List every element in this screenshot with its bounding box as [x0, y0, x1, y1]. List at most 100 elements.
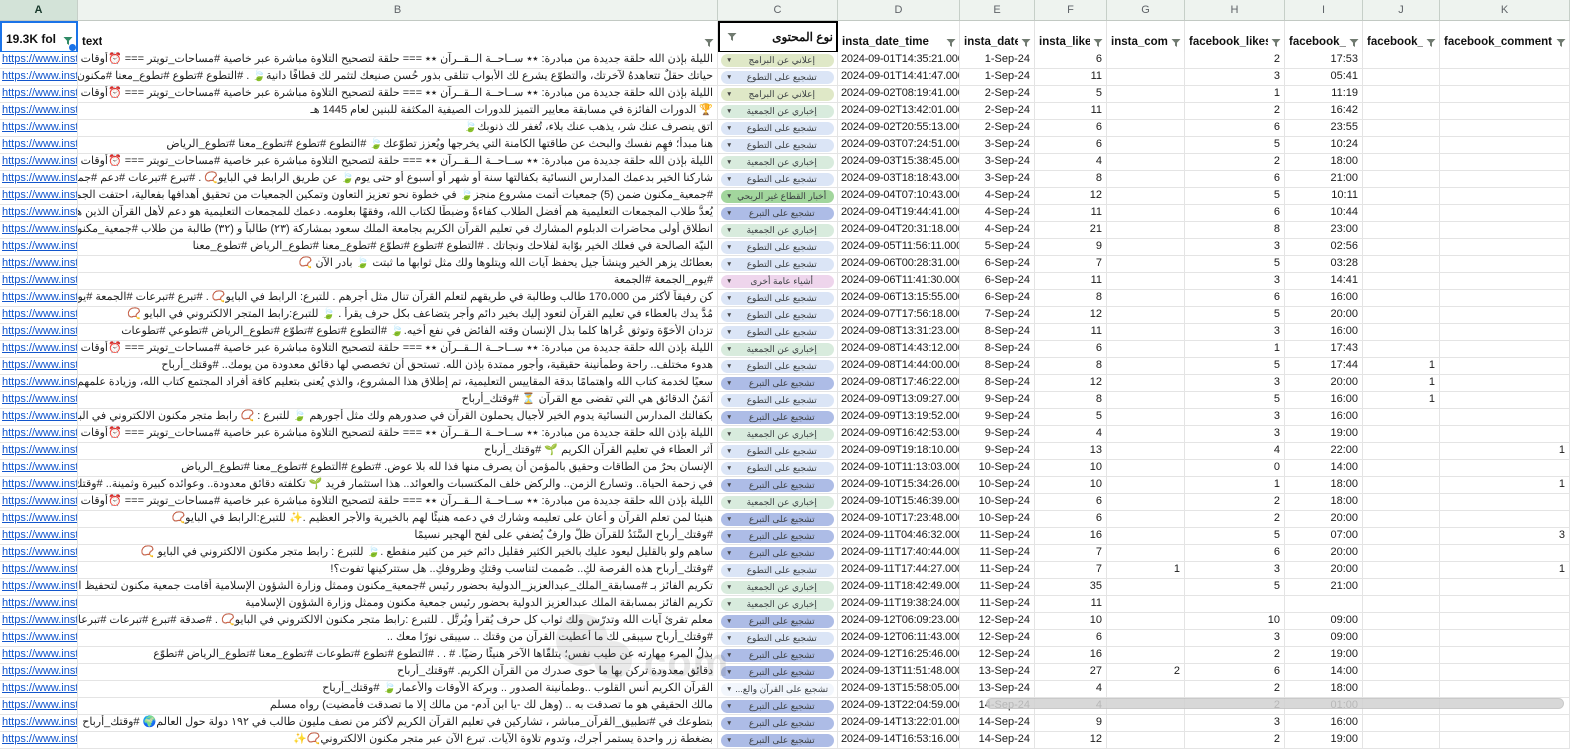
cell-fb_likes[interactable]: 6: [1185, 290, 1285, 306]
cell-likes[interactable]: 4: [1035, 154, 1107, 170]
cell-fb_time[interactable]: 19:00: [1285, 647, 1363, 663]
cell-fb_sl[interactable]: [1363, 443, 1440, 459]
cell-fb_comm[interactable]: [1440, 52, 1570, 68]
cell-fb_time[interactable]: [1285, 596, 1363, 612]
post-link[interactable]: https://www.insta: [2, 359, 77, 371]
cell-fb_comm[interactable]: [1440, 375, 1570, 391]
cell-fb_likes[interactable]: 6: [1185, 120, 1285, 136]
cell-date[interactable]: 5-Sep-24: [960, 239, 1035, 255]
cell-fb_likes[interactable]: 5: [1185, 188, 1285, 204]
cell-fb_time[interactable]: 23:00: [1285, 222, 1363, 238]
cell-dt[interactable]: 2024-09-08T13:31:23.000Z: [838, 324, 960, 340]
chevron-down-icon[interactable]: ▼: [726, 445, 732, 458]
cell-comm[interactable]: [1107, 392, 1185, 408]
cell-fb_comm[interactable]: [1440, 290, 1570, 306]
cell-date[interactable]: 9-Sep-24: [960, 409, 1035, 425]
cell-fb_comm[interactable]: [1440, 630, 1570, 646]
cell-comm[interactable]: 1: [1107, 562, 1185, 578]
cell-fb_comm[interactable]: [1440, 205, 1570, 221]
cell-fb_likes[interactable]: 5: [1185, 137, 1285, 153]
cell-fb_time[interactable]: 21:00: [1285, 171, 1363, 187]
cell-post-text[interactable]: حياتك حقلٌ تتعاهدهُ لآخرتك، والتطوّع يشر…: [78, 69, 718, 85]
cell-fb_time[interactable]: 18:00: [1285, 477, 1363, 493]
post-link[interactable]: https://www.insta: [2, 461, 77, 473]
post-link[interactable]: https://www.insta: [2, 240, 77, 252]
cell-fb_likes[interactable]: 3: [1185, 426, 1285, 442]
cell-date[interactable]: 3-Sep-24: [960, 154, 1035, 170]
cell-date[interactable]: 12-Sep-24: [960, 630, 1035, 646]
content-type-chip[interactable]: ▼ إخباري عن الجمعية: [721, 495, 834, 509]
cell-comm[interactable]: [1107, 171, 1185, 187]
content-type-chip[interactable]: ▼ إخباري عن الجمعية: [721, 427, 834, 441]
content-type-chip[interactable]: ▼ تشجيع على التطوع: [721, 325, 834, 339]
chevron-down-icon[interactable]: ▼: [726, 54, 732, 67]
cell-likes[interactable]: 5: [1035, 409, 1107, 425]
content-type-chip[interactable]: ▼ تشجيع على التطوع: [721, 393, 834, 407]
cell-date[interactable]: 14-Sep-24: [960, 732, 1035, 748]
cell-dt[interactable]: 2024-09-04T20:31:18.000Z: [838, 222, 960, 238]
post-link[interactable]: https://www.insta: [2, 138, 77, 150]
cell-date[interactable]: 3-Sep-24: [960, 171, 1035, 187]
cell-fb_time[interactable]: 16:00: [1285, 715, 1363, 731]
chevron-down-icon[interactable]: ▼: [726, 241, 732, 254]
cell-fb_sl[interactable]: [1363, 664, 1440, 680]
content-type-chip[interactable]: ▼ تشجيع على التطوع: [721, 172, 834, 186]
post-link[interactable]: https://www.insta: [2, 682, 77, 694]
cell-post-text[interactable]: يُعدُّ طلاب المجمعات التعليمية هم أفضل ا…: [78, 205, 718, 221]
cell-date[interactable]: 8-Sep-24: [960, 358, 1035, 374]
cell-fb_time[interactable]: 20:00: [1285, 562, 1363, 578]
cell-date[interactable]: 10-Sep-24: [960, 477, 1035, 493]
chevron-down-icon[interactable]: ▼: [726, 598, 732, 611]
cell-dt[interactable]: 2024-09-09T13:19:52.000Z: [838, 409, 960, 425]
cell-date[interactable]: 4-Sep-24: [960, 222, 1035, 238]
cell-fb_time[interactable]: 16:00: [1285, 324, 1363, 340]
post-link[interactable]: https://www.insta: [2, 223, 77, 235]
cell-fb_likes[interactable]: 0: [1185, 460, 1285, 476]
cell-fb_comm[interactable]: [1440, 409, 1570, 425]
cell-post-text[interactable]: بذلُ المرء مهارته عن طيب نفس؛ يتلقّاها ا…: [78, 647, 718, 663]
cell-fb_comm[interactable]: [1440, 86, 1570, 102]
cell-post-text[interactable]: الليلة بإذن الله حلقة جديدة من مبادرة: ٭…: [78, 86, 718, 102]
cell-fb_time[interactable]: 22:00: [1285, 443, 1363, 459]
cell-date[interactable]: 8-Sep-24: [960, 324, 1035, 340]
cell-post-text[interactable]: تزدان الأخوّة وتوثق عُراها كلما بذل الإن…: [78, 324, 718, 340]
cell-dt[interactable]: 2024-09-12T16:25:46.000Z: [838, 647, 960, 663]
column-letter-F[interactable]: F: [1035, 0, 1107, 20]
cell-post-text[interactable]: القرآن الكريم أنس القلوب ..وطمأنينة الصد…: [78, 681, 718, 697]
cell-post-text[interactable]: مالك الحقيقي هو ما تصدقت به .. (وهل لك -…: [78, 698, 718, 714]
cell-dt[interactable]: 2024-09-02T08:19:41.000Z: [838, 86, 960, 102]
cell-date[interactable]: 4-Sep-24: [960, 188, 1035, 204]
content-type-chip[interactable]: ▼ تشجيع على القرآن والع...: [721, 682, 834, 696]
cell-fb_likes[interactable]: 4: [1185, 443, 1285, 459]
cell-post-text[interactable]: 🏆 الدورات الفائزة في مسابقة معايير التمي…: [78, 103, 718, 119]
cell-fb_time[interactable]: 17:53: [1285, 52, 1363, 68]
content-type-chip[interactable]: ▼ تشجيع على التطوع: [721, 461, 834, 475]
cell-fb_likes[interactable]: 10: [1185, 613, 1285, 629]
column-letter-C[interactable]: C: [718, 0, 838, 20]
cell-dt[interactable]: 2024-09-04T19:44:41.000Z: [838, 205, 960, 221]
cell-fb_sl[interactable]: [1363, 596, 1440, 612]
cell-fb_likes[interactable]: 3: [1185, 375, 1285, 391]
cell-fb_sl[interactable]: [1363, 239, 1440, 255]
cell-date[interactable]: 2-Sep-24: [960, 120, 1035, 136]
cell-post-text[interactable]: أثمَنُ الدقائق هي التي تقضى مع القرآن ⏳ …: [78, 392, 718, 408]
cell-comm[interactable]: [1107, 630, 1185, 646]
cell-comm[interactable]: [1107, 613, 1185, 629]
cell-fb_likes[interactable]: 2: [1185, 681, 1285, 697]
cell-fb_sl[interactable]: 1: [1363, 392, 1440, 408]
cell-fb_comm[interactable]: [1440, 460, 1570, 476]
chevron-down-icon[interactable]: ▼: [726, 513, 732, 526]
filter-icon[interactable]: [1018, 38, 1031, 48]
cell-dt[interactable]: 2024-09-11T17:40:44.000Z: [838, 545, 960, 561]
cell-dt[interactable]: 2024-09-02T13:42:01.000Z: [838, 103, 960, 119]
cell-fb_sl[interactable]: [1363, 341, 1440, 357]
cell-comm[interactable]: [1107, 290, 1185, 306]
cell-fb_time[interactable]: 18:00: [1285, 154, 1363, 170]
cell-dt[interactable]: 2024-09-13T11:51:48.000Z: [838, 664, 960, 680]
cell-fb_time[interactable]: 05:41: [1285, 69, 1363, 85]
cell-fb_comm[interactable]: 1: [1440, 477, 1570, 493]
cell-dt[interactable]: 2024-09-10T15:34:26.000Z: [838, 477, 960, 493]
cell-dt[interactable]: 2024-09-03T07:24:51.000Z: [838, 137, 960, 153]
cell-date[interactable]: 4-Sep-24: [960, 205, 1035, 221]
cell-fb_time[interactable]: 20:00: [1285, 511, 1363, 527]
